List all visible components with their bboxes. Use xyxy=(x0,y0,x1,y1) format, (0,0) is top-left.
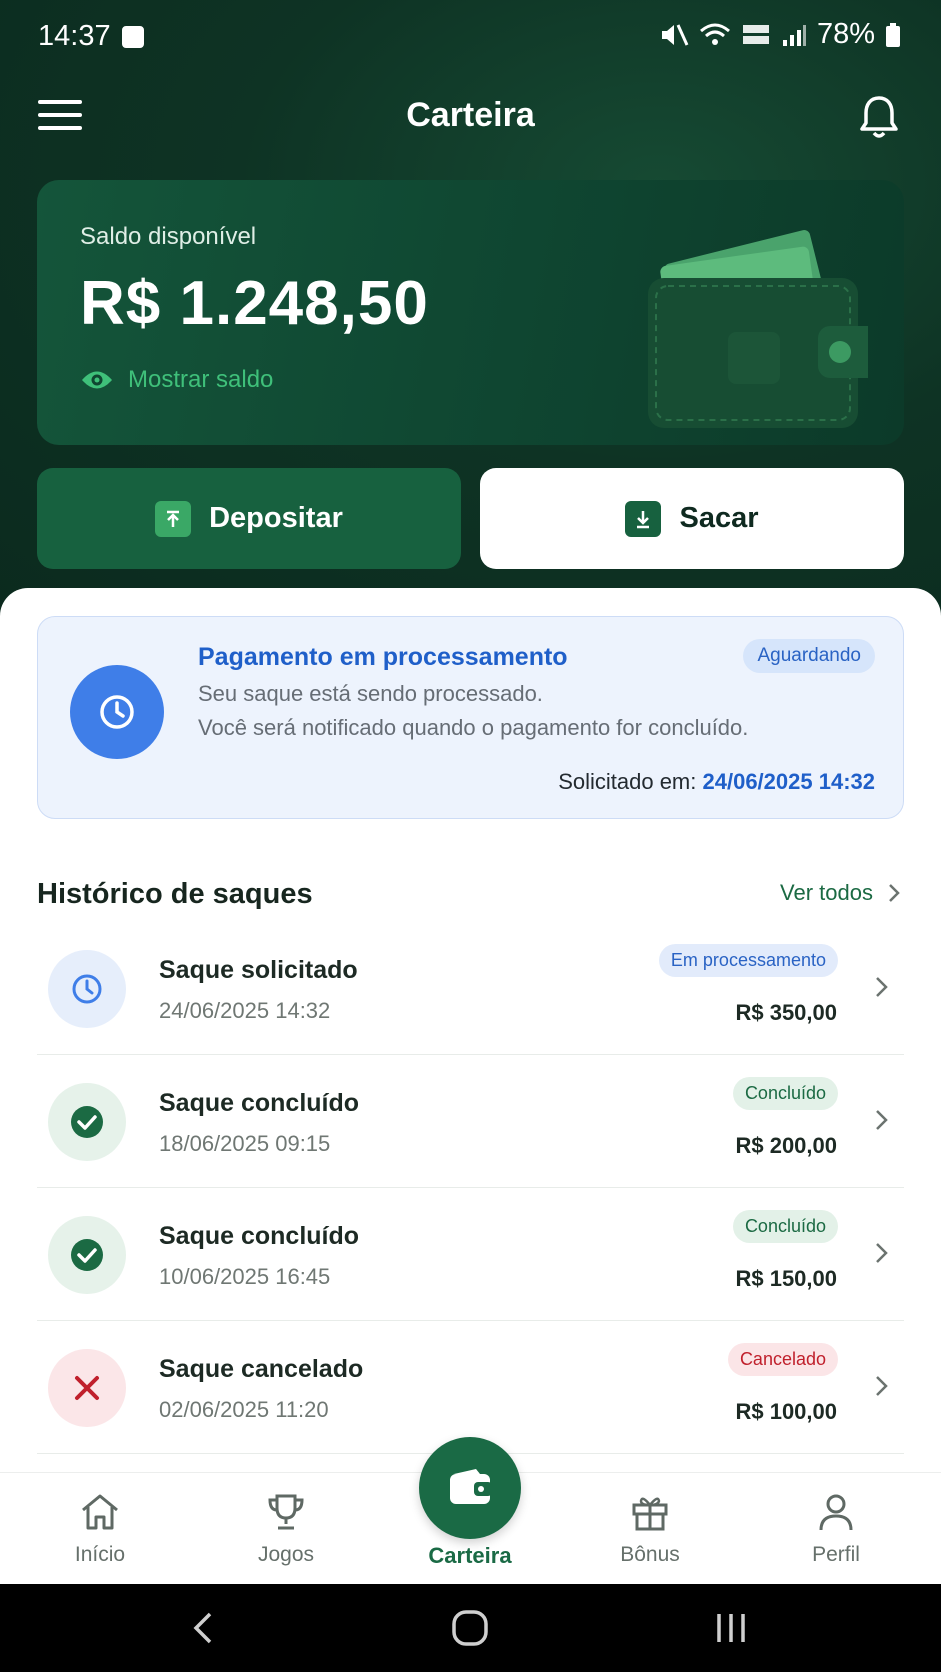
status-badge: Cancelado xyxy=(727,1343,838,1376)
history-row-amount: R$ 200,00 xyxy=(735,1133,837,1158)
app-header: Carteira xyxy=(0,76,941,160)
history-row-title: Saque solicitado xyxy=(159,956,358,984)
history-row[interactable]: Saque solicitado 24/06/2025 14:32 Em pro… xyxy=(37,922,904,1055)
wifi-icon xyxy=(699,23,730,45)
chevron-right-icon xyxy=(889,884,900,902)
nav-item-perfil[interactable]: Perfil xyxy=(776,1487,896,1567)
history-row-amount: R$ 150,00 xyxy=(735,1266,837,1291)
clock-icon xyxy=(70,665,164,759)
see-all-link[interactable]: Ver todos xyxy=(780,880,901,906)
system-navigation-bar xyxy=(0,1584,941,1672)
requested-at: Solicitado em: 24/06/2025 14:32 xyxy=(558,769,875,795)
clock-icon xyxy=(48,950,126,1028)
processing-card[interactable]: Pagamento em processamento Aguardando Se… xyxy=(37,616,904,819)
history-row-date: 24/06/2025 14:32 xyxy=(159,998,331,1023)
signal-icon xyxy=(782,24,806,46)
processing-title: Pagamento em processamento xyxy=(198,643,568,671)
bottom-navigation: Início Jogos Carteira Bônus Perfil xyxy=(0,1437,941,1584)
nav-label: Bônus xyxy=(620,1543,680,1566)
deposit-label: Depositar xyxy=(209,502,343,534)
wallet-icon xyxy=(450,1469,492,1504)
nav-item-bonus[interactable]: Bônus xyxy=(590,1487,710,1567)
history-row-title: Saque cancelado xyxy=(159,1355,364,1383)
status-bar: 14:37 78% xyxy=(0,0,941,76)
history-row-date: 02/06/2025 11:20 xyxy=(159,1397,329,1422)
chevron-right-icon xyxy=(876,977,888,997)
check-circle-icon xyxy=(48,1216,126,1294)
battery-icon xyxy=(886,22,900,47)
processing-description-2: Você será notificado quando o pagamento … xyxy=(198,715,749,740)
nav-label-active: Carteira xyxy=(428,1543,512,1568)
history-row[interactable]: Saque concluído 10/06/2025 16:45 Concluí… xyxy=(37,1188,904,1321)
user-icon xyxy=(776,1487,896,1537)
check-circle-icon xyxy=(48,1083,126,1161)
wallet-illustration-icon xyxy=(648,230,868,428)
history-row[interactable]: Saque concluído 18/06/2025 09:15 Concluí… xyxy=(37,1055,904,1188)
nav-label: Jogos xyxy=(257,1543,315,1566)
show-balance-toggle[interactable]: Mostrar saldo xyxy=(80,366,273,394)
history-row-title: Saque concluído xyxy=(159,1222,360,1250)
see-all-label: Ver todos xyxy=(780,880,873,905)
nav-label: Início xyxy=(74,1543,126,1566)
trophy-icon xyxy=(226,1487,346,1537)
chevron-right-icon xyxy=(876,1243,888,1263)
back-icon[interactable] xyxy=(190,1610,216,1646)
battery-percent: 78% xyxy=(816,18,875,50)
status-badge: Em processamento xyxy=(658,944,838,977)
requested-value: 24/06/2025 14:32 xyxy=(702,769,876,794)
volte-icon xyxy=(742,24,769,44)
history-row[interactable]: Saque cancelado 02/06/2025 11:20 Cancela… xyxy=(37,1321,904,1454)
arrow-up-icon xyxy=(155,500,192,537)
home-button-icon[interactable] xyxy=(450,1608,490,1648)
history-title: Histórico de saques xyxy=(37,878,313,910)
chevron-right-icon xyxy=(876,1110,888,1130)
balance-label: Saldo disponível xyxy=(80,223,257,250)
close-icon xyxy=(48,1349,126,1427)
nav-label: Perfil xyxy=(812,1543,860,1566)
nav-item-inicio[interactable]: Início xyxy=(40,1487,160,1567)
withdraw-button[interactable]: Sacar xyxy=(480,468,904,569)
processing-description-1: Seu saque está sendo processado. xyxy=(198,681,543,706)
balance-amount: R$ 1.248,50 xyxy=(80,269,429,338)
home-icon xyxy=(40,1487,160,1537)
status-time: 14:37 xyxy=(38,20,111,52)
chevron-right-icon xyxy=(876,1376,888,1396)
eye-icon xyxy=(82,371,112,389)
arrow-down-icon xyxy=(625,500,662,537)
deposit-button[interactable]: Depositar xyxy=(37,468,461,569)
history-row-title: Saque concluído xyxy=(159,1089,360,1117)
show-balance-label: Mostrar saldo xyxy=(128,366,274,393)
bell-icon[interactable] xyxy=(857,94,901,140)
nav-item-carteira[interactable] xyxy=(419,1437,521,1539)
gift-icon xyxy=(590,1487,710,1537)
page-title: Carteira xyxy=(406,96,535,134)
nav-item-jogos[interactable]: Jogos xyxy=(226,1487,346,1567)
recent-apps-icon[interactable] xyxy=(714,1610,748,1646)
requested-label: Solicitado em: xyxy=(558,769,697,794)
history-row-amount: R$ 350,00 xyxy=(735,1000,837,1025)
history-row-date: 10/06/2025 16:45 xyxy=(159,1264,331,1289)
status-badge: Aguardando xyxy=(743,639,875,673)
status-badge: Concluído xyxy=(732,1210,838,1243)
history-row-date: 18/06/2025 09:15 xyxy=(159,1131,331,1156)
history-row-amount: R$ 100,00 xyxy=(735,1399,837,1424)
status-badge: Concluído xyxy=(732,1077,838,1110)
gallery-notification-icon xyxy=(122,26,144,48)
withdraw-label: Sacar xyxy=(679,502,759,534)
mute-icon xyxy=(661,23,689,46)
balance-card: Saldo disponível R$ 1.248,50 Mostrar sal… xyxy=(37,180,904,445)
